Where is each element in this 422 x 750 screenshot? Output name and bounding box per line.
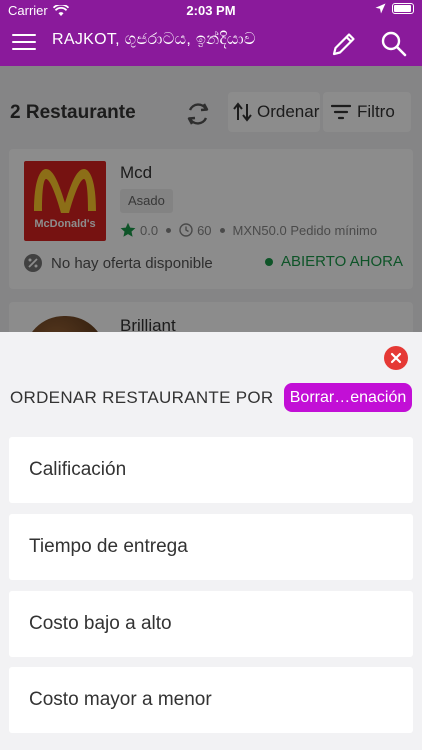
close-icon: [390, 352, 402, 364]
status-time: 2:03 PM: [186, 3, 236, 18]
status-bar: Carrier 2:03 PM: [0, 0, 422, 22]
edit-icon[interactable]: [328, 28, 360, 60]
menu-icon[interactable]: [12, 34, 36, 54]
battery-icon: [392, 3, 414, 14]
sheet-title: ORDENAR RESTAURANTE POR: [10, 388, 274, 407]
sort-option-delivery-time[interactable]: Tiempo de entrega: [9, 514, 413, 580]
location-arrow-icon: [375, 3, 386, 14]
nav-bar: RAJKOT, ගුජරාටය, ඉන්දියාව: [0, 22, 422, 66]
close-button[interactable]: [384, 346, 408, 370]
sort-option-rating[interactable]: Calificación: [9, 437, 413, 503]
sort-sheet: ORDENAR RESTAURANTE POR Borrar…enación C…: [0, 332, 422, 750]
sort-option-cost-low-high[interactable]: Costo bajo a alto: [9, 591, 413, 657]
sort-option-cost-high-low[interactable]: Costo mayor a menor: [9, 667, 413, 733]
location-title[interactable]: RAJKOT, ගුජරාටය, ඉන්දියාව: [52, 31, 256, 49]
search-icon[interactable]: [378, 28, 410, 60]
status-right: [375, 3, 414, 14]
clear-sort-button[interactable]: Borrar…enación: [284, 383, 412, 412]
top-bar: Carrier 2:03 PM RAJKOT, ගුජරාටය, ඉන්දියා…: [0, 0, 422, 66]
